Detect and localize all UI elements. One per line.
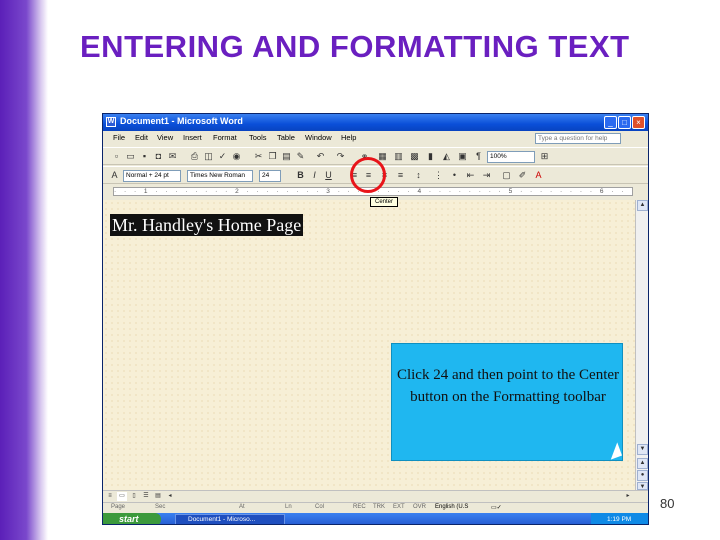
- status-ovr[interactable]: OVR: [413, 504, 426, 510]
- minimize-button[interactable]: _: [604, 116, 617, 129]
- font-color-icon[interactable]: A: [533, 170, 544, 181]
- drawing-icon[interactable]: ◭: [441, 151, 452, 162]
- show-hide-icon[interactable]: ¶: [473, 151, 484, 162]
- print-icon[interactable]: ⎙: [189, 151, 200, 162]
- word-window: W Document1 - Microsoft Word _ □ × File …: [102, 113, 649, 525]
- status-language: English (U.S: [435, 504, 469, 510]
- taskbar-word-item[interactable]: Document1 - Microso...: [175, 514, 285, 524]
- line-spacing-icon[interactable]: ↕: [413, 170, 424, 181]
- underline-icon[interactable]: U: [323, 170, 334, 181]
- highlight-circle: [350, 157, 386, 193]
- menu-file[interactable]: File: [113, 133, 125, 142]
- paste-icon[interactable]: ▤: [281, 151, 292, 162]
- slide-accent-bar: [0, 0, 48, 540]
- status-page: Page: [111, 504, 126, 510]
- status-at: At: [239, 504, 245, 510]
- callout-text: Click 24 and then point to the Center bu…: [396, 367, 620, 405]
- email-icon[interactable]: ✉: [167, 151, 178, 162]
- insert-excel-icon[interactable]: ▩: [409, 151, 420, 162]
- cut-icon[interactable]: ✂: [253, 151, 264, 162]
- status-trk[interactable]: TRK: [373, 504, 385, 510]
- bullets-icon[interactable]: •: [449, 170, 460, 181]
- menu-tools[interactable]: Tools: [249, 133, 267, 142]
- close-button[interactable]: ×: [632, 116, 645, 129]
- font-select[interactable]: Times New Roman: [187, 170, 253, 182]
- reading-layout-icon[interactable]: ▤: [153, 492, 163, 501]
- select-browse-object-icon[interactable]: ●: [637, 470, 648, 481]
- status-ext[interactable]: EXT: [393, 504, 405, 510]
- outside-border-icon[interactable]: ▢: [501, 170, 512, 181]
- scroll-right-icon[interactable]: ▸: [623, 492, 633, 501]
- increase-indent-icon[interactable]: ⇥: [481, 170, 492, 181]
- normal-view-icon[interactable]: ≡: [105, 492, 115, 501]
- italic-icon[interactable]: I: [309, 170, 320, 181]
- document-heading-selected[interactable]: Mr. Handley's Home Page: [110, 214, 304, 236]
- menu-table[interactable]: Table: [277, 133, 295, 142]
- numbering-icon[interactable]: ⋮: [433, 170, 444, 181]
- vertical-scrollbar[interactable]: ▲ ▼ ▲ ● ▼: [635, 200, 648, 490]
- status-bar: Page Sec At Ln Col REC TRK EXT OVR Engli…: [103, 502, 648, 513]
- bold-icon[interactable]: B: [295, 170, 306, 181]
- scroll-down-icon[interactable]: ▼: [637, 444, 648, 455]
- new-document-icon[interactable]: ▫: [111, 151, 122, 162]
- menu-edit[interactable]: Edit: [135, 133, 148, 142]
- columns-icon[interactable]: ▮: [425, 151, 436, 162]
- open-folder-icon[interactable]: ▭: [125, 151, 136, 162]
- menu-view[interactable]: View: [157, 133, 173, 142]
- start-button[interactable]: start: [103, 513, 161, 524]
- horizontal-scrollbar[interactable]: ≡ ▭ ▯ ☰ ▤ ◂ ▸: [103, 490, 648, 502]
- spelling-status-icon[interactable]: ▭✓: [491, 504, 502, 511]
- instruction-callout: Click 24 and then point to the Center bu…: [391, 343, 623, 461]
- zoom-select[interactable]: 100%: [487, 151, 535, 163]
- print-preview-icon[interactable]: ◫: [203, 151, 214, 162]
- style-select[interactable]: Normal + 24 pt: [123, 170, 181, 182]
- insert-table-icon[interactable]: ▥: [393, 151, 404, 162]
- status-column: Col: [315, 504, 325, 510]
- system-tray-clock: 1:19 PM: [591, 513, 648, 524]
- word-app-icon: W: [106, 117, 116, 127]
- slide-number: 80: [660, 496, 675, 511]
- menu-bar: File Edit View Insert Format Tools Table…: [103, 131, 648, 146]
- highlight-icon[interactable]: ✐: [517, 170, 528, 181]
- menu-help[interactable]: Help: [341, 133, 356, 142]
- previous-page-icon[interactable]: ▲: [637, 458, 648, 469]
- menu-format[interactable]: Format: [213, 133, 237, 142]
- document-map-icon[interactable]: ▣: [457, 151, 468, 162]
- status-line: Ln: [285, 504, 292, 510]
- taskbar: start Document1 - Microso... 1:19 PM: [103, 513, 648, 524]
- font-size-select[interactable]: 24: [259, 170, 281, 182]
- undo-icon[interactable]: ↶: [315, 151, 326, 162]
- print-layout-icon[interactable]: ▯: [129, 492, 139, 501]
- scroll-up-icon[interactable]: ▲: [637, 200, 648, 211]
- outline-view-icon[interactable]: ☰: [141, 492, 151, 501]
- maximize-button[interactable]: □: [618, 116, 631, 129]
- styles-pane-icon[interactable]: A: [109, 170, 120, 181]
- slide-title: ENTERING AND FORMATTING TEXT: [80, 29, 630, 64]
- decrease-indent-icon[interactable]: ⇤: [465, 170, 476, 181]
- justify-icon[interactable]: ≡: [395, 170, 406, 181]
- next-page-icon[interactable]: ▼: [637, 482, 648, 490]
- center-tooltip: Center: [370, 197, 398, 207]
- redo-icon[interactable]: ↷: [335, 151, 346, 162]
- scroll-left-icon[interactable]: ◂: [165, 492, 175, 501]
- menu-insert[interactable]: Insert: [183, 133, 202, 142]
- title-bar: W Document1 - Microsoft Word _ □ ×: [103, 114, 648, 131]
- save-icon[interactable]: ▪: [139, 151, 150, 162]
- copy-icon[interactable]: ❐: [267, 151, 278, 162]
- format-painter-icon[interactable]: ✎: [295, 151, 306, 162]
- read-icon[interactable]: ⊞: [539, 151, 550, 162]
- research-icon[interactable]: ◉: [231, 151, 242, 162]
- status-rec[interactable]: REC: [353, 504, 366, 510]
- status-section: Sec: [155, 504, 166, 510]
- web-layout-icon[interactable]: ▭: [117, 492, 127, 501]
- permission-icon[interactable]: ◘: [153, 151, 164, 162]
- help-question-input[interactable]: Type a question for help: [535, 133, 621, 144]
- window-title: Document1 - Microsoft Word: [120, 116, 243, 126]
- menu-window[interactable]: Window: [305, 133, 332, 142]
- spelling-icon[interactable]: ✓: [217, 151, 228, 162]
